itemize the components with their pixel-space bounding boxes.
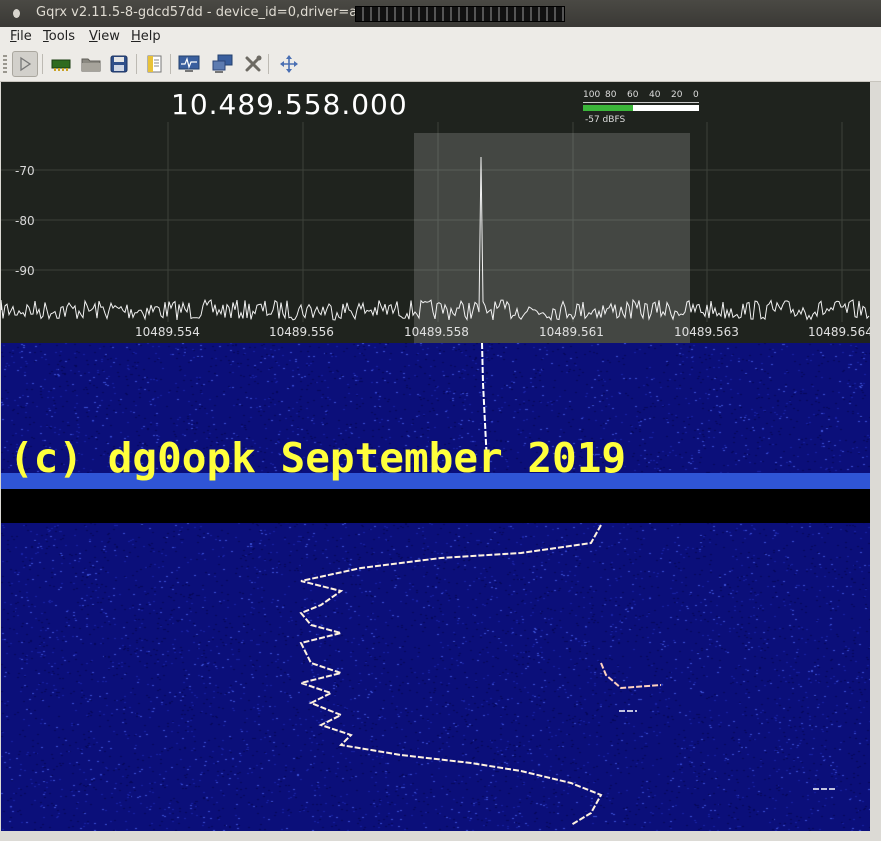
redacted-serial	[355, 6, 565, 22]
meter-scale-label: 0	[693, 90, 699, 100]
freq-label: 10489.563	[674, 325, 739, 339]
waterfall-traces	[297, 343, 837, 826]
center-fft-button[interactable]	[276, 51, 302, 77]
db-label: -70	[15, 164, 35, 178]
load-settings-button[interactable]	[78, 51, 104, 77]
menu-file[interactable]: File	[10, 29, 32, 44]
io-devices-button[interactable]	[176, 51, 202, 77]
folder-icon	[81, 58, 101, 72]
menu-tools[interactable]: Tools	[43, 29, 75, 44]
floppy-disk-icon	[110, 55, 128, 73]
arrows-icon	[280, 55, 298, 73]
play-icon	[20, 56, 32, 72]
freq-label: 10489.556	[269, 325, 334, 339]
meter-scale-label: 40	[649, 90, 661, 100]
freq-label: 10489.561	[539, 325, 604, 339]
spectrum-plot[interactable]: 10.489.558.000 -70 -80 -90 10489.554 104…	[1, 82, 870, 343]
toolbar-separator	[42, 54, 43, 74]
meter-scale-label: 80	[605, 90, 617, 100]
meter-scale-label: 60	[627, 90, 639, 100]
frequency-readout[interactable]: 10.489.558.000	[171, 88, 408, 121]
freq-label: 10489.554	[135, 325, 200, 339]
input-device-button[interactable]	[48, 51, 74, 77]
copyright-overlay: (c) dg0opk September 2019	[9, 434, 627, 482]
meter-readout: -57 dBFS	[585, 115, 626, 125]
network-icon	[212, 54, 233, 73]
right-panel-edge	[870, 82, 881, 831]
toolbar-separator	[268, 54, 269, 74]
waterfall-display[interactable]: (c) dg0opk September 2019	[1, 343, 870, 831]
save-settings-button[interactable]	[106, 51, 132, 77]
meter-fill	[583, 105, 633, 111]
menu-view[interactable]: View	[89, 29, 120, 44]
signal-meter: 100 80 60 40 20 0 -57 dBFS	[583, 90, 701, 130]
status-bar	[0, 831, 881, 841]
toolbar-separator	[136, 54, 137, 74]
db-label: -90	[15, 264, 35, 278]
freq-label: 10489.558	[404, 325, 469, 339]
menu-bar: File Tools View Help	[0, 27, 881, 47]
toolbar	[0, 47, 881, 82]
menu-help[interactable]: Help	[131, 29, 161, 44]
freq-label: 10489.564	[808, 325, 870, 339]
window-title: Gqrx v2.11.5-8-gdcd57dd - device_id=0,dr…	[36, 5, 394, 20]
toolbar-grip[interactable]	[3, 55, 7, 73]
app-icon	[13, 9, 20, 18]
meter-scale-label: 20	[671, 90, 683, 100]
monitor-icon	[178, 55, 200, 72]
meter-scale-label: 100	[583, 90, 601, 100]
clear-waterfall-button[interactable]	[141, 51, 167, 77]
tools-button[interactable]	[240, 51, 266, 77]
meter-scale-line	[583, 102, 699, 103]
spectrum-trace	[1, 156, 870, 322]
hardware-icon	[51, 59, 71, 71]
remote-control-button[interactable]	[210, 51, 236, 77]
note-icon	[147, 55, 162, 73]
toolbar-separator	[170, 54, 171, 74]
db-label: -80	[15, 214, 35, 228]
title-bar: Gqrx v2.11.5-8-gdcd57dd - device_id=0,dr…	[0, 0, 881, 27]
start-dsp-button[interactable]	[12, 51, 38, 77]
wrench-icon	[245, 55, 262, 72]
